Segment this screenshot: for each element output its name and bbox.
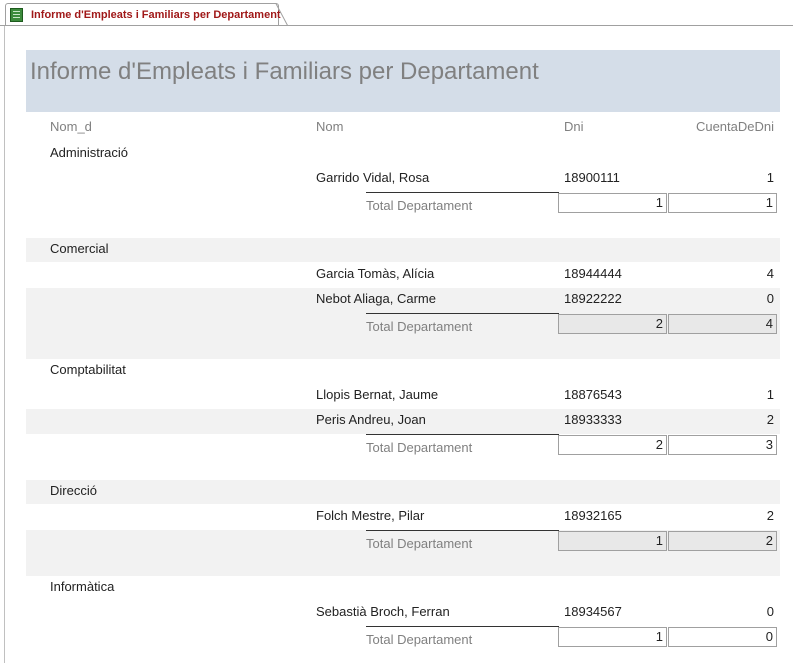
employee-name: Llopis Bernat, Jaume bbox=[316, 387, 439, 402]
employee-count: 2 bbox=[766, 412, 774, 427]
group-name: Administració bbox=[50, 145, 129, 160]
band-direccio-header bbox=[26, 480, 780, 504]
employee-name: Sebastià Broch, Ferran bbox=[316, 604, 450, 619]
employee-name: Folch Mestre, Pilar bbox=[316, 508, 425, 523]
total-employees-box: 1 bbox=[558, 193, 667, 213]
report-title: Informe d'Empleats i Familiars per Depar… bbox=[30, 58, 539, 85]
total-count-box: 3 bbox=[668, 435, 777, 455]
tab-divider bbox=[0, 25, 793, 26]
employee-dni: 18933333 bbox=[564, 412, 622, 427]
column-header-count: CuentaDeDni bbox=[695, 119, 774, 134]
employee-count: 1 bbox=[766, 387, 774, 402]
band-comercial-header bbox=[26, 238, 780, 262]
employee-dni: 18944444 bbox=[564, 266, 622, 281]
total-employees-box: 1 bbox=[558, 627, 667, 647]
report-tab[interactable]: Informe d'Empleats i Familiars per Depar… bbox=[5, 3, 281, 26]
employee-count: 0 bbox=[766, 291, 774, 306]
employee-name: Peris Andreu, Joan bbox=[316, 412, 426, 427]
total-label: Total Departament bbox=[366, 198, 473, 213]
employee-name: Garrido Vidal, Rosa bbox=[316, 170, 430, 185]
report-tab-label: Informe d'Empleats i Familiars per Depar… bbox=[31, 9, 281, 21]
report-icon bbox=[10, 8, 23, 22]
total-label: Total Departament bbox=[366, 632, 473, 647]
group-name: Informàtica bbox=[50, 579, 115, 594]
column-header-dept: Nom_d bbox=[50, 119, 92, 134]
employee-name: Nebot Aliaga, Carme bbox=[316, 291, 436, 306]
total-separator bbox=[366, 626, 559, 627]
employee-count: 1 bbox=[766, 170, 774, 185]
total-count-box: 2 bbox=[668, 531, 777, 551]
group-name: Comptabilitat bbox=[50, 362, 126, 377]
total-employees-box: 2 bbox=[558, 314, 667, 334]
report-left-border bbox=[4, 26, 5, 663]
total-count-box: 1 bbox=[668, 193, 777, 213]
total-count-box: 0 bbox=[668, 627, 777, 647]
employee-dni: 18900111 bbox=[564, 170, 620, 185]
total-label: Total Departament bbox=[366, 440, 473, 455]
employee-dni: 18932165 bbox=[564, 508, 622, 523]
group-name: Direcció bbox=[50, 483, 97, 498]
document-tab-bar: Informe d'Empleats i Familiars per Depar… bbox=[0, 0, 793, 26]
employee-dni: 18934567 bbox=[564, 604, 622, 619]
total-count-box: 4 bbox=[668, 314, 777, 334]
column-header-nom: Nom bbox=[316, 119, 344, 134]
total-separator bbox=[366, 192, 559, 193]
employee-dni: 18922222 bbox=[564, 291, 622, 306]
total-employees-box: 2 bbox=[558, 435, 667, 455]
total-separator bbox=[366, 434, 559, 435]
total-separator bbox=[366, 530, 559, 531]
total-separator bbox=[366, 313, 559, 314]
employee-name: Garcia Tomàs, Alícia bbox=[316, 266, 435, 281]
column-header-dni: Dni bbox=[564, 119, 584, 134]
tab-edge bbox=[275, 3, 289, 26]
employee-count: 2 bbox=[766, 508, 774, 523]
employee-count: 4 bbox=[766, 266, 774, 281]
total-label: Total Departament bbox=[366, 536, 473, 551]
employee-dni: 18876543 bbox=[564, 387, 622, 402]
total-employees-box: 1 bbox=[558, 531, 667, 551]
employee-count: 0 bbox=[766, 604, 774, 619]
total-label: Total Departament bbox=[366, 319, 473, 334]
group-name: Comercial bbox=[50, 241, 109, 256]
